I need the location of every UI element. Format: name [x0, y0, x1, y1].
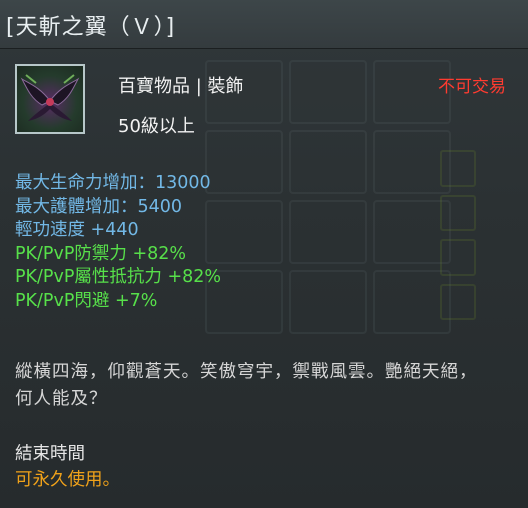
- background-inventory-slots: [440, 150, 476, 320]
- stat-pvp-resistance: PK/PvP屬性抵抗力 +82%: [15, 267, 222, 288]
- stat-pvp-defense: PK/PvP防禦力 +82%: [15, 243, 187, 264]
- item-tooltip: [天斬之翼（Ｖ）] 百寶物品 | 裝飾 不可交易 50級以上 最大生命力增加：1…: [0, 0, 528, 508]
- item-category: 百寶物品 | 裝飾: [118, 76, 244, 97]
- item-stats: 最大生命力增加：13000 最大護體增加：5400 輕功速度 +440 PK/P…: [15, 172, 221, 314]
- stat-max-hp: 最大生命力增加：13000: [15, 173, 211, 193]
- stat-pvp-evasion: PK/PvP閃避 +7%: [15, 290, 158, 311]
- level-requirement: 50級以上: [118, 116, 195, 137]
- background-inventory-grid: [205, 60, 465, 340]
- stat-qinggong-speed: 輕功速度 +440: [15, 220, 139, 241]
- tooltip-title-bar: [天斬之翼（Ｖ）]: [0, 0, 528, 49]
- wings-item-icon: [15, 64, 85, 134]
- end-time-label: 結束時間: [15, 444, 85, 464]
- trade-status: 不可交易: [438, 77, 506, 97]
- end-time-value: 可永久使用。: [15, 470, 120, 490]
- stat-max-shield: 最大護體增加：5400: [15, 196, 183, 217]
- item-title: [天斬之翼（Ｖ）]: [6, 15, 176, 40]
- item-description: 縱橫四海，仰觀蒼天。笑傲穹宇，禦戰風雲。艷絕天絕，何人能及？: [15, 362, 478, 409]
